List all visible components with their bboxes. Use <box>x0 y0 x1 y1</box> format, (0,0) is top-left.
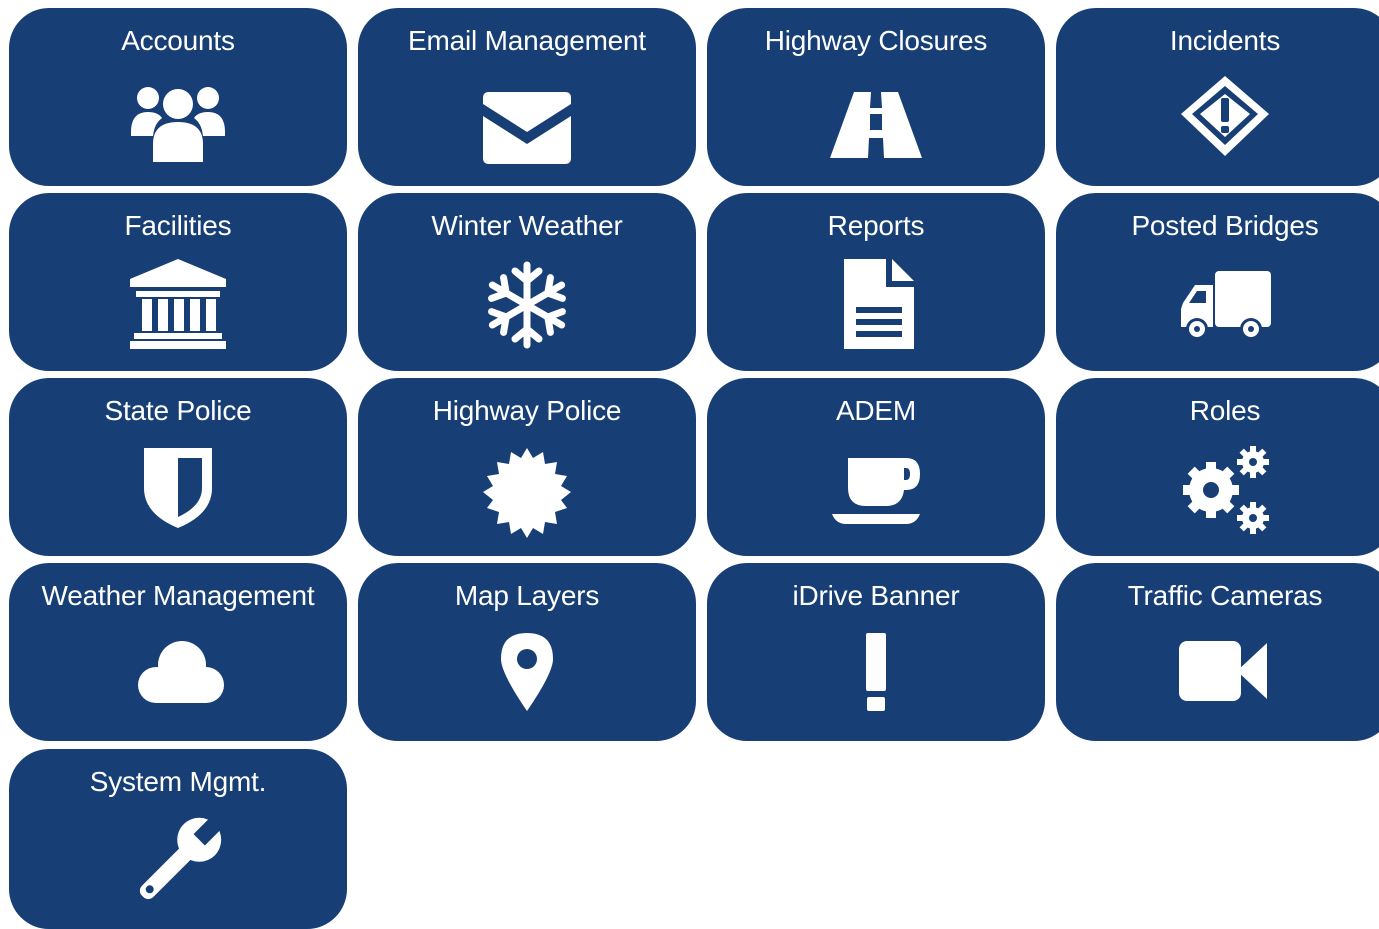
tile-winter-weather[interactable]: Winter Weather <box>358 193 696 371</box>
tile-label: Incidents <box>1169 25 1281 56</box>
tile-map-layers[interactable]: Map Layers <box>358 563 696 741</box>
wrench-icon <box>126 815 230 919</box>
tile-highway-closures[interactable]: Highway Closures <box>707 8 1045 186</box>
building-columns-icon <box>126 259 230 363</box>
tile-weather-management[interactable]: Weather Management <box>9 563 347 741</box>
tile-label: ADEM <box>835 395 917 426</box>
envelope-icon <box>475 74 579 178</box>
tile-highway-police[interactable]: Highway Police <box>358 378 696 556</box>
tile-adem[interactable]: ADEM <box>707 378 1045 556</box>
document-icon <box>824 259 928 363</box>
tile-label: Accounts <box>121 25 235 56</box>
tile-state-police[interactable]: State Police <box>9 378 347 556</box>
tile-label: State Police <box>104 395 252 426</box>
tile-label: Winter Weather <box>431 210 623 241</box>
map-marker-icon <box>475 629 579 733</box>
exclamation-icon <box>824 629 928 733</box>
tile-posted-bridges[interactable]: Posted Bridges <box>1056 193 1379 371</box>
tile-label: Weather Management <box>41 580 315 611</box>
gears-icon <box>1173 444 1277 548</box>
truck-icon <box>1173 259 1277 363</box>
tile-label: Roles <box>1189 395 1261 426</box>
tile-incidents[interactable]: Incidents <box>1056 8 1379 186</box>
tile-label: Highway Police <box>432 395 622 426</box>
warning-diamond-icon <box>1173 74 1277 178</box>
tile-label: System Mgmt. <box>89 766 267 797</box>
tile-label: Highway Closures <box>764 25 988 56</box>
tile-roles[interactable]: Roles <box>1056 378 1379 556</box>
shield-icon <box>126 444 230 548</box>
badge-icon <box>475 444 579 548</box>
tile-label: Map Layers <box>454 580 600 611</box>
tile-label: Posted Bridges <box>1131 210 1319 241</box>
tile-traffic-cameras[interactable]: Traffic Cameras <box>1056 563 1379 741</box>
tile-email-management[interactable]: Email Management <box>358 8 696 186</box>
video-camera-icon <box>1173 629 1277 733</box>
tile-facilities[interactable]: Facilities <box>9 193 347 371</box>
tile-label: Email Management <box>407 25 647 56</box>
snowflake-icon <box>475 259 579 363</box>
tile-reports[interactable]: Reports <box>707 193 1045 371</box>
tile-idrive-banner[interactable]: iDrive Banner <box>707 563 1045 741</box>
tile-accounts[interactable]: Accounts <box>9 8 347 186</box>
coffee-cup-icon <box>824 444 928 548</box>
cloud-icon <box>126 629 230 733</box>
road-icon <box>824 74 928 178</box>
tile-label: Traffic Cameras <box>1127 580 1323 611</box>
tile-label: Facilities <box>124 210 232 241</box>
tile-label: iDrive Banner <box>792 580 960 611</box>
tile-label: Reports <box>827 210 925 241</box>
users-icon <box>126 74 230 178</box>
tile-system-mgmt[interactable]: System Mgmt. <box>9 749 347 929</box>
